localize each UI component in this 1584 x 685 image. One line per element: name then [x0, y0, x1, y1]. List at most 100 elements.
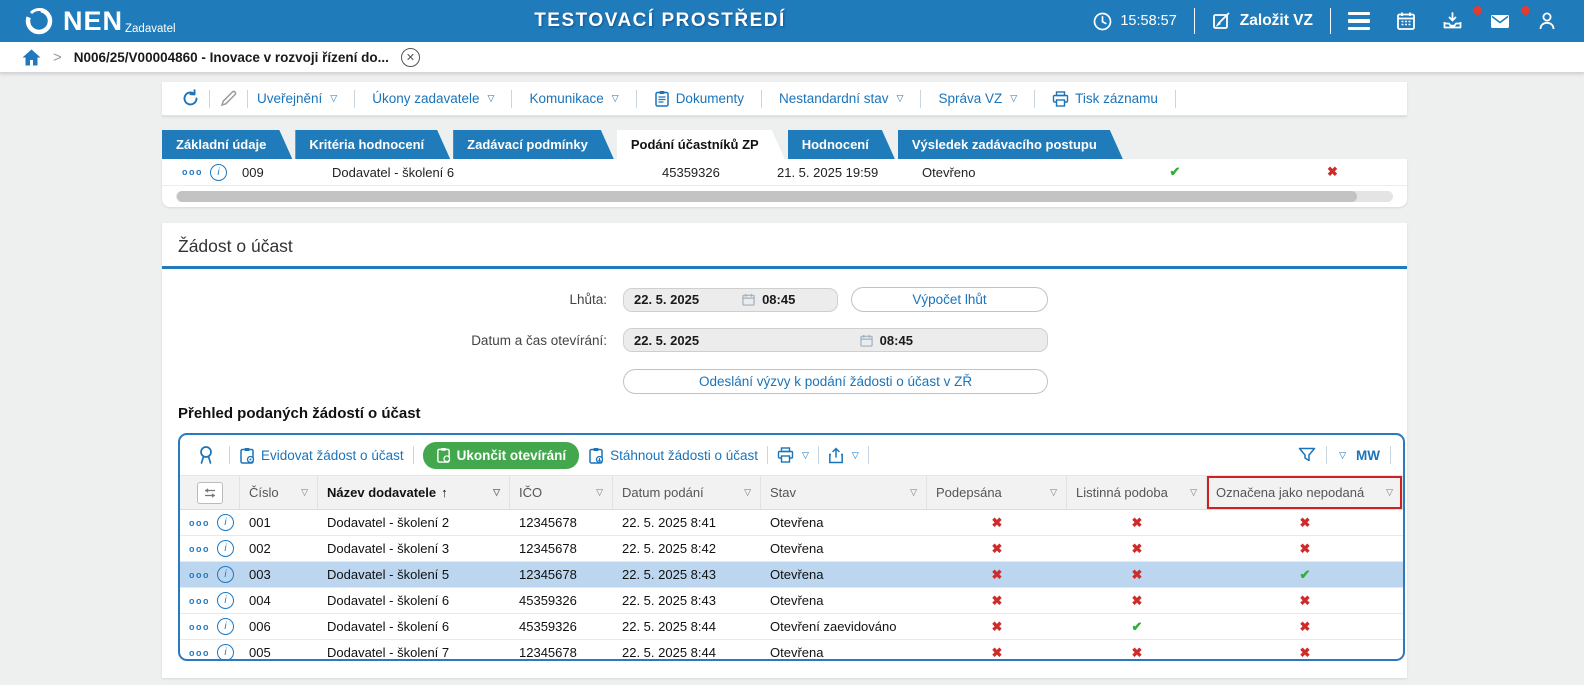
downloads-button[interactable]: [1429, 6, 1482, 31]
row-actions-icon[interactable]: ooo: [182, 167, 203, 177]
row-actions-icon[interactable]: ooo: [189, 648, 210, 658]
column-header-1[interactable]: Číslo ▽: [240, 476, 318, 509]
column-header-8[interactable]: Označena jako nepodaná ▽: [1207, 476, 1403, 509]
horizontal-scrollbar[interactable]: [176, 191, 1393, 202]
vypocet-lhut-button[interactable]: Výpočet lhůt: [851, 287, 1048, 312]
datum-oteviranni-input[interactable]: 22. 5. 2025 08:45: [623, 328, 1048, 352]
info-icon[interactable]: i: [217, 644, 234, 659]
tab-1[interactable]: Kritéria hodnocení: [295, 130, 450, 159]
tab-2[interactable]: Zadávací podmínky: [453, 130, 614, 159]
menu-item-1[interactable]: Úkony zadavatele ▽: [363, 91, 503, 106]
filter-caret-icon[interactable]: ▽: [740, 487, 751, 498]
filter-icon[interactable]: [1298, 447, 1316, 463]
send-invitation-button[interactable]: Odeslání výzvy k podání žádosti o účast …: [623, 369, 1048, 394]
column-header-7[interactable]: Listinná podoba ▽: [1067, 476, 1207, 509]
cell-ico: 45359326: [519, 619, 577, 634]
filter-caret-icon[interactable]: ▽: [489, 487, 500, 498]
cell-actions: ooo i: [180, 566, 240, 583]
cell-notsubmitted: ✖: [1207, 619, 1403, 635]
info-icon[interactable]: i: [217, 514, 234, 531]
cell-notsubmitted: ✔: [1207, 567, 1403, 583]
info-icon[interactable]: i: [217, 566, 234, 583]
check-mark: ✔: [1169, 164, 1181, 179]
table-row-005[interactable]: ooo i 005 Dodavatel - školení 7 12345678 22. …: [180, 640, 1403, 660]
menu-item-5[interactable]: Správa VZ ▽: [929, 91, 1026, 106]
column-header-0[interactable]: [180, 476, 240, 509]
evidovat-zadost-button[interactable]: Evidovat žádost o účast: [239, 447, 404, 464]
user-filter-initials[interactable]: MW: [1356, 448, 1380, 463]
row-actions-icon[interactable]: ooo: [189, 518, 210, 528]
user-profile-button[interactable]: [1524, 11, 1570, 31]
column-header-2[interactable]: Název dodavatele ↑ ▽: [318, 476, 510, 509]
table-row-002[interactable]: ooo i 002 Dodavatel - školení 3 12345678 22. …: [180, 536, 1403, 562]
menu-hamburger-icon[interactable]: [1335, 12, 1383, 30]
breadcrumb-separator: >: [53, 48, 62, 66]
tab-0[interactable]: Základní údaje: [162, 130, 292, 159]
tab-5[interactable]: Výsledek zadávacího postupu: [898, 130, 1123, 159]
menu-item-6[interactable]: Tisk záznamu: [1043, 90, 1167, 107]
cell-actions: ooo i: [180, 540, 240, 557]
tab-3[interactable]: Podání účastníků ZP: [617, 130, 785, 159]
calendar-icon[interactable]: [859, 334, 873, 347]
menu-item-4[interactable]: Nestandardní stav ▽: [770, 91, 912, 106]
column-header-3[interactable]: IČO ▽: [510, 476, 613, 509]
column-header-5[interactable]: Stav ▽: [761, 476, 927, 509]
row-actions-icon[interactable]: ooo: [189, 596, 210, 606]
tab-4[interactable]: Hodnocení: [788, 130, 895, 159]
info-icon[interactable]: i: [210, 163, 227, 181]
clipboard-download-icon: [588, 447, 604, 464]
calendar-button[interactable]: [1383, 11, 1429, 31]
menu-item-2[interactable]: Komunikace ▽: [520, 91, 627, 106]
table-row-001[interactable]: ooo i 001 Dodavatel - školení 2 12345678 22. …: [180, 510, 1403, 536]
export-button[interactable]: ▽: [828, 446, 859, 464]
cell-status: Otevřena: [770, 567, 824, 582]
filter-caret-icon[interactable]: ▽: [592, 487, 603, 498]
filter-caret-icon[interactable]: ▽: [297, 487, 308, 498]
messages-button[interactable]: [1476, 6, 1530, 31]
lhuta-date-value[interactable]: 22. 5. 2025: [634, 292, 742, 307]
scrollbar-thumb[interactable]: [177, 191, 1358, 202]
cell-actions: ooo i: [180, 618, 240, 635]
table-row-006[interactable]: ooo i 006 Dodavatel - školení 6 45359326 22. …: [180, 614, 1403, 640]
info-icon[interactable]: i: [217, 592, 234, 609]
table-row-004[interactable]: ooo i 004 Dodavatel - školení 6 45359326 22. …: [180, 588, 1403, 614]
table-row[interactable]: ooo i 009 Dodavatel - školení 6 45359326…: [162, 159, 1407, 186]
row-actions-icon[interactable]: ooo: [189, 570, 210, 580]
column-header-6[interactable]: Podepsána ▽: [927, 476, 1067, 509]
chevron-down-icon[interactable]: ▽: [1339, 450, 1346, 461]
create-vz-button[interactable]: Založit VZ: [1199, 11, 1326, 31]
breadcrumb-record[interactable]: N006/25/V00004860 - Inovace v rozvoji ří…: [74, 50, 389, 65]
filter-caret-icon[interactable]: ▽: [1382, 487, 1393, 498]
filter-caret-icon[interactable]: ▽: [1046, 487, 1057, 498]
home-icon[interactable]: [22, 49, 41, 66]
award-icon[interactable]: [192, 445, 220, 466]
calendar-icon[interactable]: [742, 293, 755, 306]
row-actions-icon[interactable]: ooo: [189, 622, 210, 632]
refresh-icon[interactable]: [172, 89, 209, 108]
stahnout-zadosti-button[interactable]: Stáhnout žádosti o účast: [588, 447, 758, 464]
print-button[interactable]: ▽: [777, 447, 809, 463]
cell-signed: ✖: [927, 645, 1067, 660]
menu-item-3[interactable]: Dokumenty: [645, 90, 753, 107]
edit-record-icon[interactable]: [210, 89, 247, 108]
info-icon[interactable]: i: [217, 540, 234, 557]
row-actions-icon[interactable]: ooo: [189, 544, 210, 554]
filter-caret-icon[interactable]: ▽: [1186, 487, 1197, 498]
close-record-icon[interactable]: ✕: [400, 47, 420, 67]
divider: [867, 446, 869, 464]
lhuta-time-value[interactable]: 08:45: [762, 292, 795, 307]
lhuta-datetime-input[interactable]: 22. 5. 2025 08:45: [623, 287, 838, 312]
menu-item-0[interactable]: Uveřejnění ▽: [248, 91, 346, 106]
nen-logo[interactable]: NEN Zadavatel: [24, 6, 176, 36]
clock-time: 15:58:57: [1120, 13, 1177, 29]
divider: [766, 446, 768, 464]
datum-date-value[interactable]: 22. 5. 2025: [634, 333, 860, 348]
table-row-003[interactable]: ooo i 003 Dodavatel - školení 5 12345678 22. …: [180, 562, 1403, 588]
column-settings-button[interactable]: [196, 481, 223, 504]
filter-caret-icon[interactable]: ▽: [906, 487, 917, 498]
info-icon[interactable]: i: [217, 618, 234, 635]
ukoncit-oteviranni-button[interactable]: Ukončit otevírání: [422, 441, 580, 469]
datum-time-value[interactable]: 08:45: [880, 333, 913, 348]
column-header-4[interactable]: Datum podání ▽: [613, 476, 761, 509]
cell-signed: ✖: [927, 515, 1067, 531]
